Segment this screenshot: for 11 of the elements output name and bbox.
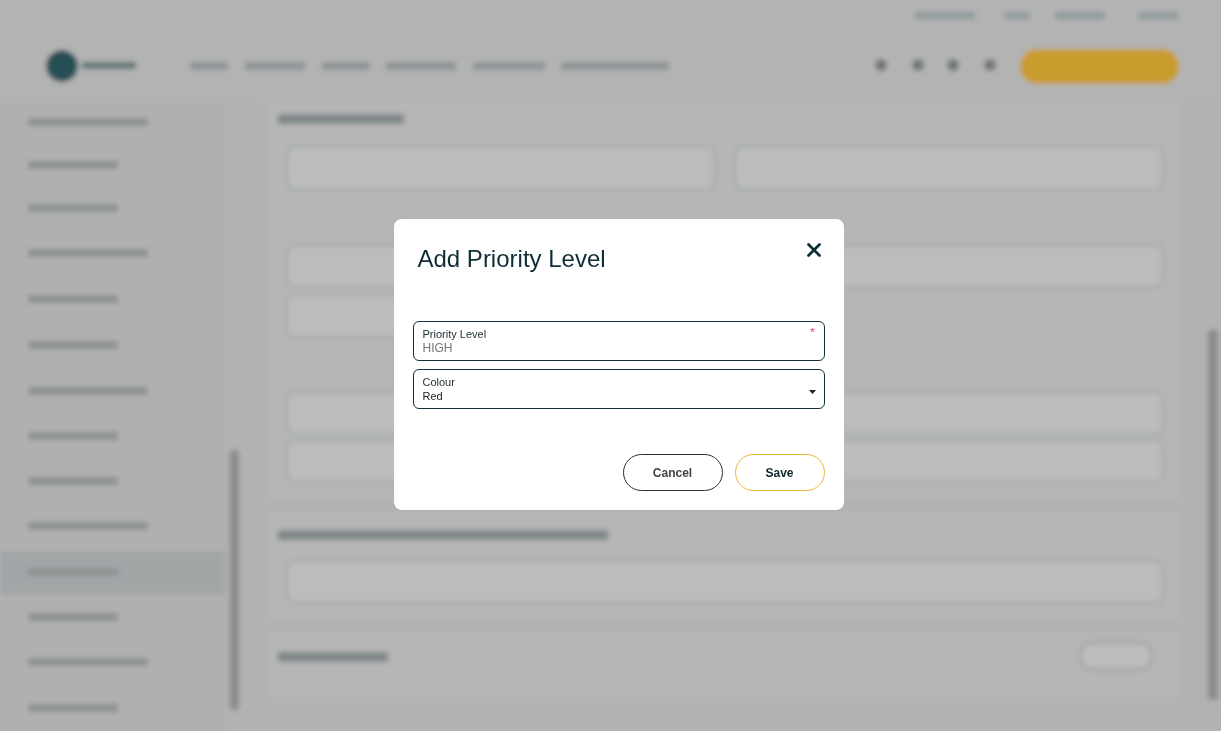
dialog-title: Add Priority Level [417,245,606,273]
colour-select[interactable]: Colour Red [412,369,825,409]
field-value: HIGH [422,341,453,355]
field-value: Red [422,389,443,403]
required-mark: * [810,326,815,338]
field-label: Priority Level [422,327,487,341]
cancel-button[interactable]: Cancel [622,454,723,491]
caret-icon [808,390,816,394]
input-field[interactable]: Priority Level HIGH * [412,321,825,361]
field-label: Colour [422,375,455,389]
save-button[interactable]: Save [734,454,825,491]
